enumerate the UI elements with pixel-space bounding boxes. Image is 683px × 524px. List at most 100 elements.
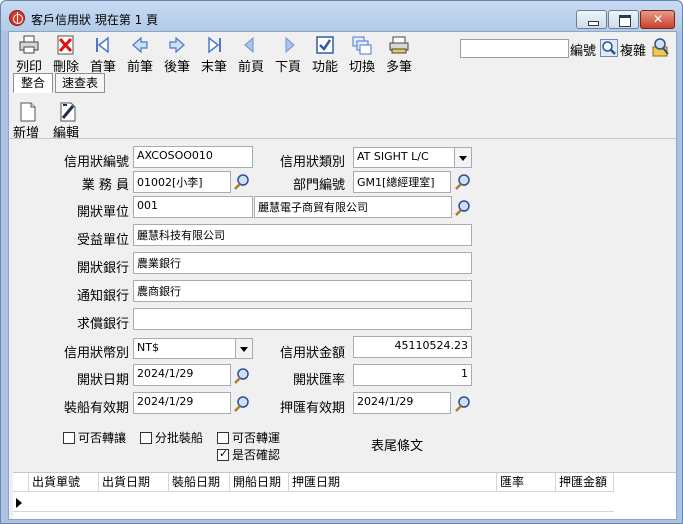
partial-shipment-box[interactable] — [140, 432, 152, 444]
app-window: 客戶信用狀 現在第 1 頁 列印 刪除 — [0, 0, 683, 524]
partial-shipment-checkbox[interactable]: 分批裝船 — [140, 429, 203, 446]
nego-expiry-field[interactable]: 2024/1/29 — [353, 392, 451, 414]
nego-expiry-lookup-icon[interactable] — [454, 395, 472, 413]
switch-icon — [352, 36, 372, 55]
salesman-lookup-icon[interactable] — [233, 173, 251, 191]
lc-type-select[interactable]: AT SIGHT L/C — [353, 147, 472, 168]
grid-header-rate[interactable]: 匯率 — [497, 473, 556, 492]
maximize-button[interactable] — [608, 10, 639, 29]
title-bar[interactable]: 客戶信用狀 現在第 1 頁 — [1, 1, 682, 31]
amount-field[interactable]: 45110524.23 — [353, 336, 472, 358]
next-page-icon — [285, 36, 295, 54]
search-input[interactable] — [460, 39, 569, 58]
new-button[interactable]: 新增 — [13, 102, 43, 141]
switch-button[interactable]: 切換 — [344, 34, 380, 75]
prev-page-button[interactable]: 前頁 — [233, 34, 269, 75]
confirmed-checkbox[interactable]: 是否確認 — [217, 446, 280, 463]
tab-quick-lookup[interactable]: 速查表 — [55, 73, 105, 93]
app-icon — [9, 10, 25, 26]
lc-no-field[interactable]: AXCOSOO010 — [133, 146, 253, 168]
first-record-icon — [96, 36, 109, 54]
last-record-button[interactable]: 末筆 — [196, 34, 232, 75]
dept-label: 部門編號 — [292, 178, 345, 193]
new-document-icon — [20, 102, 36, 122]
window-title: 客戶信用狀 現在第 1 頁 — [31, 13, 159, 27]
delete-button[interactable]: 刪除 — [48, 34, 84, 75]
prev-page-icon — [244, 36, 254, 54]
lc-type-label: 信用狀類別 — [279, 155, 345, 170]
lc-form: 信用狀編號 AXCOSOO010 信用狀類別 AT SIGHT L/C 業 務 … — [9, 138, 676, 468]
client-area: 列印 刪除 首筆 前筆 後筆 末筆 前頁 下頁 功能 切換 多筆 編號 複雜 整… — [8, 31, 677, 520]
advising-bank-label: 通知銀行 — [76, 289, 129, 304]
nego-expiry-label: 押匯有效期 — [279, 401, 345, 416]
issuing-bank-label: 開狀銀行 — [76, 261, 129, 276]
multi-record-label: 多筆 — [385, 60, 412, 75]
ship-expiry-field[interactable]: 2024/1/29 — [133, 392, 231, 414]
grid-header-shipment-no[interactable]: 出貨單號 — [29, 473, 99, 492]
ship-expiry-label: 裝船有效期 — [63, 401, 129, 416]
function-button[interactable]: 功能 — [307, 34, 343, 75]
transferable-checkbox[interactable]: 可否轉讓 — [63, 429, 126, 446]
edit-icon — [60, 102, 76, 122]
print-button[interactable]: 列印 — [11, 34, 47, 75]
minimize-button[interactable] — [576, 10, 607, 29]
last-record-icon — [208, 36, 221, 54]
current-row-marker-icon — [16, 498, 22, 508]
edit-button[interactable]: 編輯 — [53, 102, 83, 141]
multi-record-button[interactable]: 多筆 — [381, 34, 417, 75]
function-icon — [316, 36, 334, 54]
confirmed-label: 是否確認 — [232, 448, 281, 462]
currency-value: NT$ — [137, 341, 159, 354]
grid-header-nego-amount[interactable]: 押匯金額 — [556, 473, 614, 492]
dept-field[interactable]: GM1[總經理室] — [353, 171, 451, 193]
table-row[interactable] — [13, 493, 614, 512]
complex-label: 複雜 — [620, 44, 647, 59]
confirmed-box[interactable] — [217, 447, 229, 461]
grid-header-shipment-date[interactable]: 出貨日期 — [99, 473, 169, 492]
grid-header-sail-date[interactable]: 開船日期 — [230, 473, 289, 492]
beneficiary-field[interactable]: 麗慧科技有限公司 — [133, 224, 472, 246]
next-page-button[interactable]: 下頁 — [270, 34, 306, 75]
reimbursing-bank-field[interactable] — [133, 308, 472, 330]
lc-type-dropdown-arrow[interactable] — [454, 148, 471, 167]
printer-icon — [19, 35, 39, 54]
transshipment-checkbox[interactable]: 可否轉運 — [217, 429, 280, 446]
currency-select[interactable]: NT$ — [133, 338, 253, 359]
lc-no-label: 信用狀編號 — [63, 155, 129, 170]
advanced-search-icon[interactable] — [649, 37, 671, 59]
issuer-name-field[interactable]: 麗慧電子商貿有限公司 — [254, 196, 452, 218]
currency-dropdown-arrow[interactable] — [235, 339, 252, 358]
transshipment-label: 可否轉運 — [232, 431, 281, 445]
open-date-field[interactable]: 2024/1/29 — [133, 364, 231, 386]
footer-terms-button[interactable]: 表尾條文 — [371, 435, 423, 454]
prev-record-icon — [132, 36, 148, 54]
grid-header-ship-date[interactable]: 裝船日期 — [169, 473, 230, 492]
dept-lookup-icon[interactable] — [454, 173, 472, 191]
salesman-field[interactable]: 01002[小李] — [133, 171, 231, 193]
open-date-lookup-icon[interactable] — [233, 367, 251, 385]
search-icon[interactable] — [600, 39, 618, 57]
grid-corner — [13, 473, 29, 492]
ship-expiry-lookup-icon[interactable] — [233, 395, 251, 413]
multi-record-icon — [389, 36, 409, 54]
currency-label: 信用狀幣別 — [63, 346, 129, 361]
rate-field[interactable]: 1 — [353, 364, 472, 386]
shipment-grid: 出貨單號 出貨日期 裝船日期 開船日期 押匯日期 匯率 押匯金額 — [13, 472, 676, 519]
tab-integrated[interactable]: 整合 — [13, 73, 53, 93]
beneficiary-label: 受益單位 — [76, 233, 129, 248]
partial-shipment-label: 分批裝船 — [155, 431, 204, 445]
advising-bank-field[interactable]: 農商銀行 — [133, 280, 472, 302]
issuing-bank-field[interactable]: 農業銀行 — [133, 252, 472, 274]
rate-label: 開狀匯率 — [292, 373, 345, 388]
next-record-button[interactable]: 後筆 — [159, 34, 195, 75]
transshipment-box[interactable] — [217, 432, 229, 444]
first-record-button[interactable]: 首筆 — [85, 34, 121, 75]
grid-header-nego-date[interactable]: 押匯日期 — [289, 473, 497, 492]
close-button[interactable] — [640, 10, 675, 29]
issuer-lookup-icon[interactable] — [454, 199, 472, 217]
amount-label: 信用狀金額 — [279, 346, 345, 361]
issuer-code-field[interactable]: 001 — [133, 196, 253, 218]
prev-record-button[interactable]: 前筆 — [122, 34, 158, 75]
transferable-box[interactable] — [63, 432, 75, 444]
next-record-icon — [169, 36, 185, 54]
